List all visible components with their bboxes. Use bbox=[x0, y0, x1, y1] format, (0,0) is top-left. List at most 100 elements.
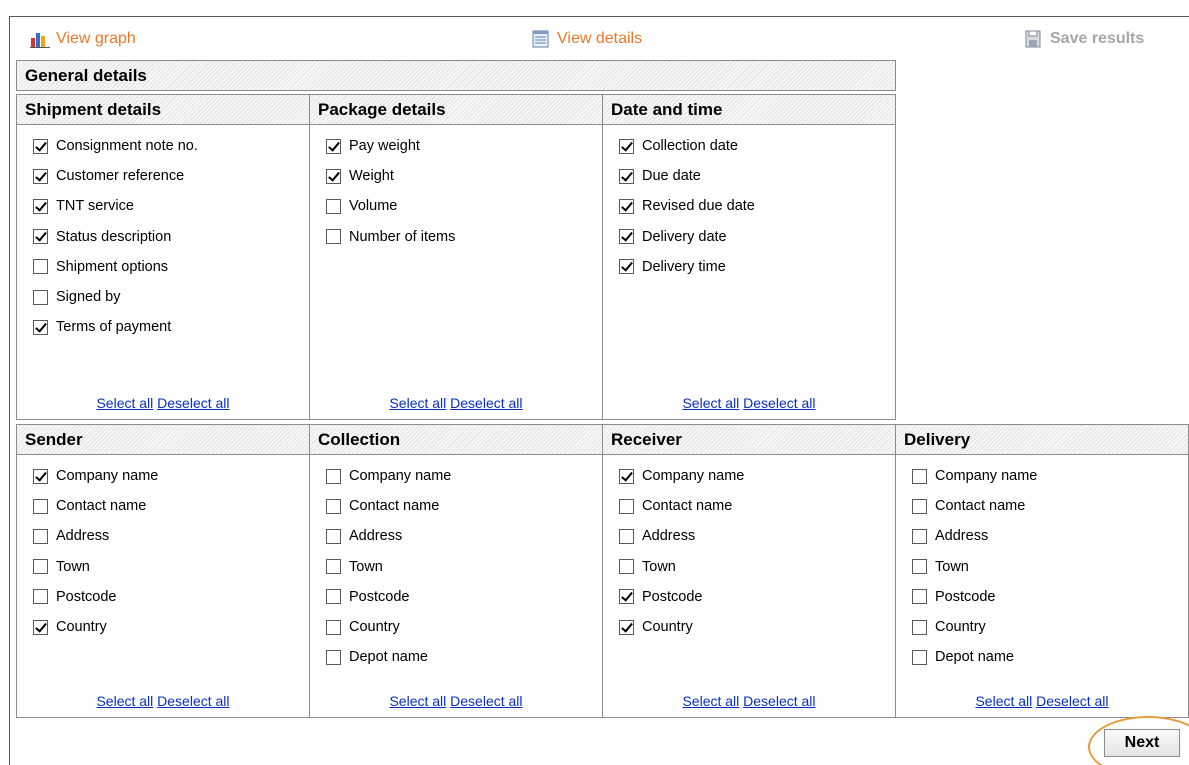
checkbox-unchecked[interactable] bbox=[33, 589, 48, 605]
checkbox-item[interactable]: Signed by bbox=[33, 282, 198, 312]
deselect-all-link[interactable]: Deselect all bbox=[743, 395, 815, 411]
checkbox-unchecked[interactable] bbox=[912, 649, 927, 665]
view-graph-link[interactable]: View graph bbox=[30, 28, 136, 50]
deselect-all-link[interactable]: Deselect all bbox=[157, 693, 229, 709]
next-button[interactable]: Next bbox=[1104, 729, 1180, 757]
checkbox-item[interactable]: Delivery date bbox=[619, 222, 755, 252]
checkbox-item[interactable]: Country bbox=[326, 612, 451, 642]
checkbox-unchecked[interactable] bbox=[912, 468, 927, 484]
checkbox-item[interactable]: Contact name bbox=[326, 491, 451, 521]
checkbox-unchecked[interactable] bbox=[326, 619, 341, 635]
checkbox-checked[interactable] bbox=[33, 168, 48, 184]
checkbox-unchecked[interactable] bbox=[326, 498, 341, 514]
checkbox-unchecked[interactable] bbox=[619, 498, 634, 514]
checkbox-item[interactable]: Town bbox=[326, 552, 451, 582]
checkbox-item[interactable]: Postcode bbox=[619, 582, 744, 612]
checkbox-unchecked[interactable] bbox=[326, 198, 341, 214]
checkbox-checked[interactable] bbox=[619, 198, 634, 214]
checkbox-item[interactable]: Depot name bbox=[912, 642, 1037, 672]
checkbox-unchecked[interactable] bbox=[326, 589, 341, 605]
checkbox-item[interactable]: Due date bbox=[619, 161, 755, 191]
checkbox-item[interactable]: Shipment options bbox=[33, 252, 198, 282]
checkbox-item[interactable]: Depot name bbox=[326, 642, 451, 672]
deselect-all-link[interactable]: Deselect all bbox=[450, 693, 522, 709]
checkbox-checked[interactable] bbox=[33, 198, 48, 214]
select-all-link[interactable]: Select all bbox=[682, 693, 739, 709]
checkbox-item[interactable]: Address bbox=[912, 521, 1037, 551]
checkbox-unchecked[interactable] bbox=[912, 589, 927, 605]
checkbox-unchecked[interactable] bbox=[912, 498, 927, 514]
deselect-all-link[interactable]: Deselect all bbox=[450, 395, 522, 411]
checkbox-unchecked[interactable] bbox=[33, 498, 48, 514]
checkbox-item[interactable]: Volume bbox=[326, 191, 455, 221]
checkbox-item[interactable]: Address bbox=[326, 521, 451, 551]
checkbox-checked[interactable] bbox=[33, 319, 48, 335]
checkbox-unchecked[interactable] bbox=[33, 259, 48, 275]
checkbox-item[interactable]: Town bbox=[912, 552, 1037, 582]
checkbox-item[interactable]: Town bbox=[33, 552, 158, 582]
checkbox-item[interactable]: Contact name bbox=[912, 491, 1037, 521]
checkbox-checked[interactable] bbox=[326, 138, 341, 154]
checkbox-unchecked[interactable] bbox=[326, 559, 341, 575]
select-all-link[interactable]: Select all bbox=[96, 395, 153, 411]
save-results-link[interactable]: Save results bbox=[1024, 28, 1144, 50]
checkbox-item[interactable]: Country bbox=[33, 612, 158, 642]
checkbox-item[interactable]: Contact name bbox=[619, 491, 744, 521]
checkbox-checked[interactable] bbox=[33, 138, 48, 154]
checkbox-unchecked[interactable] bbox=[33, 559, 48, 575]
checkbox-item[interactable]: Weight bbox=[326, 161, 455, 191]
checkbox-item[interactable]: Collection date bbox=[619, 131, 755, 161]
select-all-link[interactable]: Select all bbox=[96, 693, 153, 709]
checkbox-item[interactable]: Country bbox=[912, 612, 1037, 642]
select-all-link[interactable]: Select all bbox=[389, 395, 446, 411]
checkbox-unchecked[interactable] bbox=[912, 528, 927, 544]
view-details-link[interactable]: View details bbox=[531, 28, 642, 50]
checkbox-item[interactable]: Company name bbox=[326, 461, 451, 491]
checkbox-checked[interactable] bbox=[326, 168, 341, 184]
select-all-link[interactable]: Select all bbox=[682, 395, 739, 411]
checkbox-checked[interactable] bbox=[619, 259, 634, 275]
checkbox-unchecked[interactable] bbox=[619, 559, 634, 575]
checkbox-checked[interactable] bbox=[619, 589, 634, 605]
checkbox-item[interactable]: Terms of payment bbox=[33, 312, 198, 342]
checkbox-item[interactable]: Customer reference bbox=[33, 161, 198, 191]
checkbox-checked[interactable] bbox=[619, 619, 634, 635]
select-all-link[interactable]: Select all bbox=[975, 693, 1032, 709]
checkbox-unchecked[interactable] bbox=[326, 649, 341, 665]
checkbox-item[interactable]: Revised due date bbox=[619, 191, 755, 221]
checkbox-item[interactable]: Number of items bbox=[326, 222, 455, 252]
checkbox-checked[interactable] bbox=[33, 468, 48, 484]
checkbox-item[interactable]: Postcode bbox=[326, 582, 451, 612]
checkbox-item[interactable]: Contact name bbox=[33, 491, 158, 521]
checkbox-unchecked[interactable] bbox=[912, 619, 927, 635]
checkbox-item[interactable]: Postcode bbox=[33, 582, 158, 612]
checkbox-item[interactable]: Address bbox=[33, 521, 158, 551]
checkbox-item[interactable]: Status description bbox=[33, 222, 198, 252]
checkbox-item[interactable]: Company name bbox=[619, 461, 744, 491]
checkbox-checked[interactable] bbox=[33, 229, 48, 245]
select-all-link[interactable]: Select all bbox=[389, 693, 446, 709]
checkbox-item[interactable]: Pay weight bbox=[326, 131, 455, 161]
checkbox-unchecked[interactable] bbox=[33, 528, 48, 544]
checkbox-item[interactable]: Consignment note no. bbox=[33, 131, 198, 161]
checkbox-unchecked[interactable] bbox=[326, 229, 341, 245]
checkbox-item[interactable]: Company name bbox=[33, 461, 158, 491]
checkbox-item[interactable]: Company name bbox=[912, 461, 1037, 491]
checkbox-checked[interactable] bbox=[619, 229, 634, 245]
deselect-all-link[interactable]: Deselect all bbox=[157, 395, 229, 411]
checkbox-item[interactable]: Delivery time bbox=[619, 252, 755, 282]
checkbox-unchecked[interactable] bbox=[326, 468, 341, 484]
deselect-all-link[interactable]: Deselect all bbox=[743, 693, 815, 709]
checkbox-unchecked[interactable] bbox=[619, 528, 634, 544]
checkbox-checked[interactable] bbox=[619, 468, 634, 484]
deselect-all-link[interactable]: Deselect all bbox=[1036, 693, 1108, 709]
checkbox-checked[interactable] bbox=[619, 138, 634, 154]
checkbox-unchecked[interactable] bbox=[326, 528, 341, 544]
checkbox-item[interactable]: Address bbox=[619, 521, 744, 551]
checkbox-unchecked[interactable] bbox=[912, 559, 927, 575]
checkbox-checked[interactable] bbox=[33, 619, 48, 635]
checkbox-item[interactable]: Town bbox=[619, 552, 744, 582]
checkbox-item[interactable]: TNT service bbox=[33, 191, 198, 221]
checkbox-checked[interactable] bbox=[619, 168, 634, 184]
checkbox-item[interactable]: Postcode bbox=[912, 582, 1037, 612]
